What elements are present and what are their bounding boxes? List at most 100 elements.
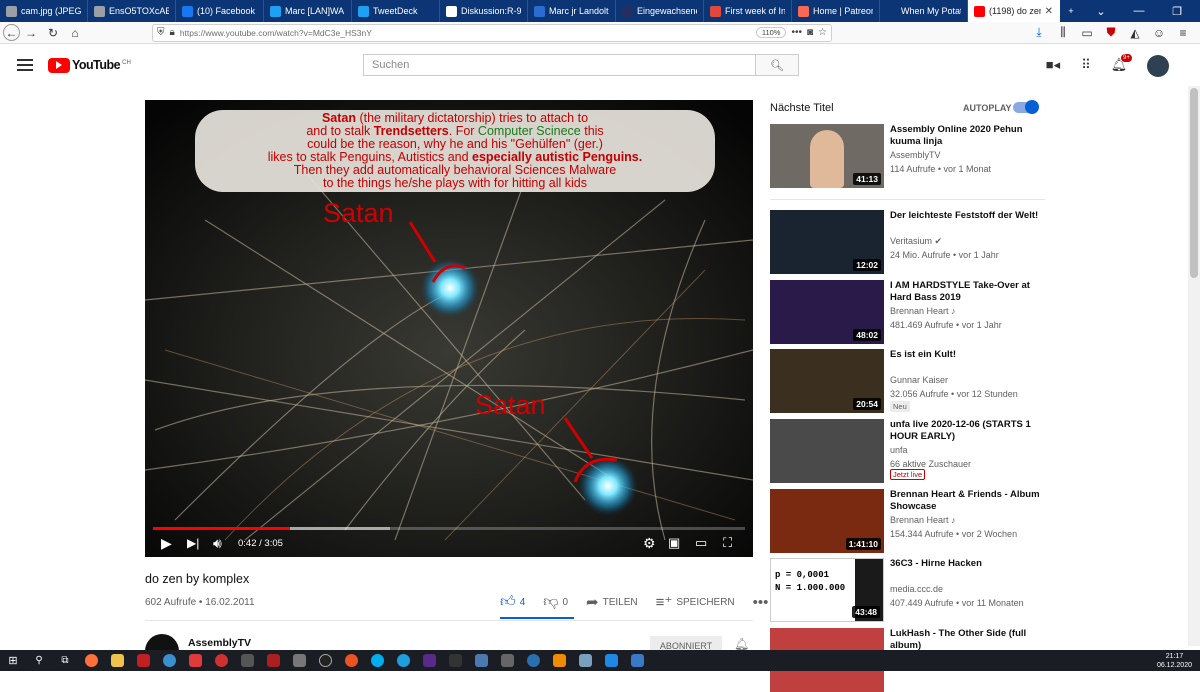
edge-icon[interactable] <box>390 650 416 671</box>
app-icon[interactable] <box>624 650 650 671</box>
app-icon[interactable] <box>520 650 546 671</box>
url-text[interactable]: https://www.youtube.com/watch?v=MdC3e_HS… <box>180 28 751 38</box>
app-icon[interactable] <box>338 650 364 671</box>
firefox-icon[interactable] <box>78 650 104 671</box>
search-input[interactable]: Suchen <box>363 54 756 76</box>
firefox-account-icon[interactable]: ☺ <box>1148 23 1170 43</box>
recommended-video[interactable]: 1:41:10 Brennan Heart & Friends - Album S… <box>770 489 1060 553</box>
app-icon[interactable] <box>416 650 442 671</box>
recommended-video[interactable]: p = 0,0001 N = 1.000.000 43:48 36C3 - Hirne… <box>770 558 1060 622</box>
minimize-button[interactable]: — <box>1120 0 1158 22</box>
next-icon[interactable]: ▶| <box>187 534 199 552</box>
recommended-video[interactable]: 12:02 Der leichteste Feststoff der Welt! V… <box>770 210 1060 274</box>
youtube-logo[interactable]: YouTube CH <box>48 57 131 73</box>
search-button[interactable]: 🔍︎ <box>755 54 799 76</box>
fullscreen-icon[interactable]: ⛶ <box>723 534 732 552</box>
browser-tab[interactable]: Home | Patreon <box>792 0 880 22</box>
recommended-channel[interactable]: media.ccc.de <box>890 583 1065 596</box>
app-icon[interactable] <box>572 650 598 671</box>
app-icon[interactable] <box>208 650 234 671</box>
browser-tab[interactable]: Diskussion:R-9 <box>440 0 528 22</box>
settings-icon[interactable]: ⚙ <box>643 534 656 552</box>
browser-tab[interactable]: (1198) do zen b ✕ <box>968 0 1060 22</box>
channel-name[interactable]: AssemblyTV <box>188 637 251 649</box>
reload-icon[interactable]: ↻ <box>42 23 64 43</box>
search-icon[interactable]: ⚲ <box>26 650 52 671</box>
browser-tab[interactable]: Eingewachsene <box>616 0 704 22</box>
bookmark-star-icon[interactable]: ☆ <box>818 27 827 38</box>
video-thumbnail[interactable]: p = 0,0001 N = 1.000.000 43:48 <box>770 558 884 622</box>
browser-tab[interactable]: Marc [LAN]WA <box>264 0 352 22</box>
skype-icon[interactable] <box>364 650 390 671</box>
browser-tab[interactable]: EnsO5TOXcAELcVp <box>88 0 176 22</box>
task-view-icon[interactable]: ⧉ <box>52 650 78 671</box>
app-icon[interactable] <box>130 650 156 671</box>
recommended-title[interactable]: I AM HARDSTYLE Take-Over at Hard Bass 20… <box>890 280 1050 304</box>
miniplayer-icon[interactable]: ▣ <box>668 534 680 552</box>
vlc-icon[interactable] <box>546 650 572 671</box>
video-thumbnail[interactable]: 48:02 <box>770 280 884 344</box>
video-thumbnail[interactable]: 41:13 <box>770 124 884 188</box>
app-icon[interactable] <box>312 650 338 671</box>
browser-tab[interactable]: Marc jr Landolt <box>528 0 616 22</box>
close-window-button[interactable]: ✕ <box>1196 0 1200 22</box>
channel-bell-icon[interactable]: 🔔︎ <box>734 637 749 651</box>
recommended-channel[interactable]: Gunnar Kaiser <box>890 374 1065 387</box>
new-tab-button[interactable]: + <box>1060 0 1082 22</box>
apps-grid-icon[interactable]: ⠿ <box>1075 56 1097 74</box>
recommended-title[interactable]: LukHash - The Other Side (full album) <box>890 628 1050 652</box>
library-icon[interactable]: ⫼ <box>1052 23 1074 43</box>
forward-icon[interactable]: → <box>20 23 42 43</box>
recommended-video[interactable]: 20:54 Es ist ein Kult! Gunnar Kaiser 32.056… <box>770 349 1060 413</box>
video-thumbnail[interactable]: 1:41:10 <box>770 489 884 553</box>
app-icon[interactable] <box>234 650 260 671</box>
tab-close-icon[interactable]: ✕ <box>1045 6 1053 17</box>
recommended-channel[interactable]: unfa <box>890 444 1065 457</box>
page-actions-icon[interactable]: ••• <box>791 27 802 38</box>
sidebar-icon[interactable]: ▭ <box>1076 23 1098 43</box>
theater-mode-icon[interactable]: ▭ <box>695 534 707 552</box>
pocket-icon[interactable]: ◙ <box>807 27 813 38</box>
recommended-title[interactable]: Assembly Online 2020 Pehun kuuma linja <box>890 124 1050 148</box>
recommended-title[interactable]: unfa live 2020-12-06 (STARTS 1 HOUR EARL… <box>890 419 1050 443</box>
download-icon[interactable]: ⤓ <box>1028 23 1050 43</box>
share-button[interactable]: ➦ TEILEN <box>586 593 638 611</box>
extension-icon[interactable]: ◭ <box>1124 23 1146 43</box>
recommended-title[interactable]: 36C3 - Hirne Hacken <box>890 558 1050 570</box>
recommended-channel[interactable]: Brennan Heart ♪ <box>890 514 1065 527</box>
recommended-video[interactable]: 48:02 I AM HARDSTYLE Take-Over at Hard Ba… <box>770 280 1060 344</box>
browser-tab[interactable]: First week of In <box>704 0 792 22</box>
hamburger-menu-icon[interactable]: ≡ <box>1172 23 1194 43</box>
account-avatar[interactable] <box>1147 55 1169 77</box>
create-video-icon[interactable]: ■◂ <box>1042 56 1064 74</box>
volume-icon[interactable]: 🔊︎ <box>213 534 222 552</box>
app-icon[interactable] <box>468 650 494 671</box>
tab-list-icon[interactable]: ⌄ <box>1082 0 1120 22</box>
recommended-video[interactable]: 41:13 Assembly Online 2020 Pehun kuuma li… <box>770 124 1060 188</box>
browser-tab[interactable]: cam.jpg (JPEG-Grafi <box>0 0 88 22</box>
video-thumbnail[interactable]: 20:54 <box>770 349 884 413</box>
app-icon[interactable] <box>260 650 286 671</box>
video-thumbnail[interactable] <box>770 419 884 483</box>
app-icon[interactable] <box>156 650 182 671</box>
recommended-channel[interactable]: Veritasium ✔ <box>890 235 1065 248</box>
recommended-channel[interactable]: Brennan Heart ♪ <box>890 305 1065 318</box>
recommended-channel[interactable]: AssemblyTV <box>890 149 1065 162</box>
ublock-icon[interactable]: ⛊ <box>1100 23 1122 43</box>
play-icon[interactable]: ▶ <box>161 534 172 552</box>
recommended-title[interactable]: Brennan Heart & Friends - Album Showcase <box>890 489 1050 513</box>
like-button[interactable]: 👍︎ 4 <box>500 593 525 611</box>
restore-button[interactable]: ❐ <box>1158 0 1196 22</box>
scrollbar-thumb[interactable] <box>1190 88 1198 278</box>
browser-tab[interactable]: (10) Facebook <box>176 0 264 22</box>
app-icon[interactable] <box>286 650 312 671</box>
back-icon[interactable]: ← <box>3 24 20 41</box>
scrollbar[interactable] <box>1188 86 1200 646</box>
browser-tab[interactable]: When My Potato C <box>880 0 968 22</box>
video-player[interactable]: Satan (the military dictatorship) tries … <box>145 100 753 557</box>
menu-icon[interactable] <box>17 59 33 71</box>
system-clock[interactable]: 21:17 06.12.2020 <box>1157 652 1200 670</box>
home-icon[interactable]: ⌂ <box>64 23 86 43</box>
save-button[interactable]: ≡⁺ SPEICHERN <box>656 593 735 611</box>
autoplay-toggle[interactable] <box>1013 100 1039 114</box>
